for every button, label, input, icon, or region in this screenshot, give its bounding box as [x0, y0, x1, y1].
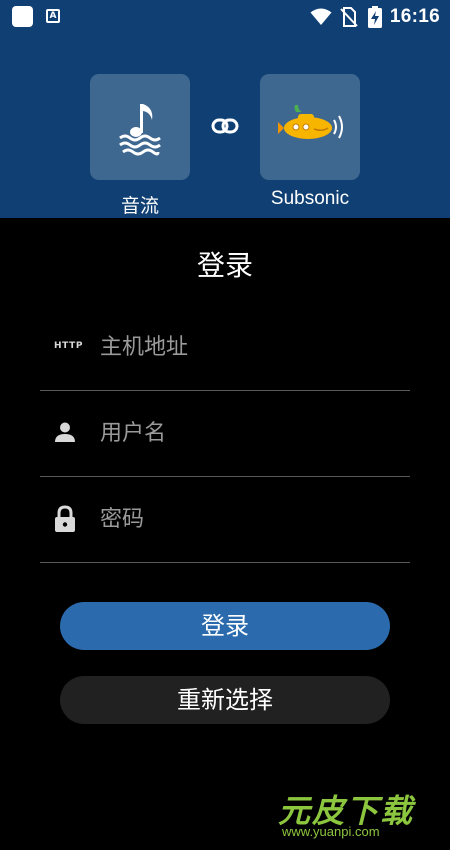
password-input[interactable]	[100, 501, 400, 537]
http-icon: HTTP	[54, 341, 84, 351]
lock-icon	[55, 505, 75, 532]
app-tile-yinliu[interactable]	[90, 74, 190, 180]
app-label-subsonic: Subsonic	[270, 188, 350, 209]
wifi-icon	[310, 8, 332, 25]
reselect-button[interactable]: 重新选择	[60, 676, 390, 724]
status-time: 16:16	[389, 6, 440, 27]
host-field: HTTP	[40, 305, 410, 391]
app-label-yinliu: 音流	[120, 195, 159, 217]
app-tile-subsonic[interactable]	[260, 74, 360, 180]
password-field	[40, 477, 410, 563]
login-title: 登录	[196, 249, 253, 282]
watermark-url: www.yuanpi.com	[282, 824, 380, 839]
music-note-waves-icon	[119, 104, 161, 156]
username-input[interactable]	[100, 415, 400, 451]
no-sim-icon	[340, 7, 358, 27]
status-bar: A 16:16	[0, 0, 450, 34]
notification-app-icon	[12, 6, 33, 27]
watermark-logo: 元皮下载 www.yuanpi.com	[278, 786, 443, 844]
username-field	[40, 391, 410, 477]
battery-charging-icon	[367, 6, 382, 28]
font-a-icon: A	[46, 9, 60, 23]
link-icon	[211, 118, 239, 134]
host-input[interactable]	[100, 329, 400, 365]
login-button[interactable]: 登录	[60, 602, 390, 650]
person-icon	[55, 422, 75, 442]
subsonic-submarine-icon	[278, 104, 343, 139]
